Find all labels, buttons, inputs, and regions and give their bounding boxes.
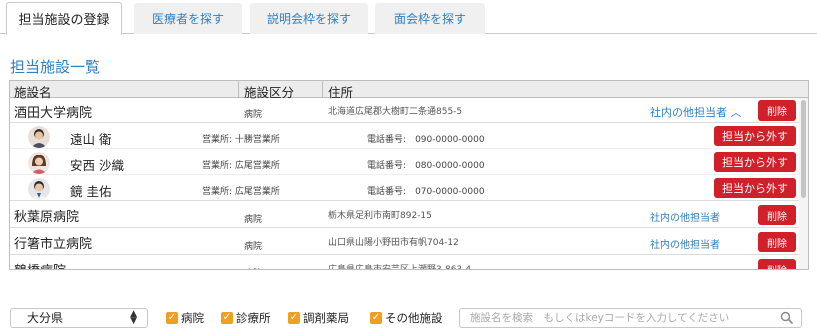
table-row[interactable]: 酒田大学病院 病院 北海道広尾郡大樹町二条通855-5 社内の他担当者 ︿ 削除 [10,99,800,123]
office-label: 営業所: [202,161,233,171]
facility-search-input[interactable]: 施設名を検索 もしくはkeyコードを入力してください [459,308,802,328]
scrollbar[interactable] [799,98,808,269]
delete-button[interactable]: 削除 [758,232,796,252]
table-row[interactable]: 鶴橋病院 病院 広島県広島市安芸区上瀬野3-863-4 削除 [10,256,800,270]
staff-name: 安西 沙織 [70,158,124,173]
tab-label: 説明会枠を探す [266,12,351,26]
other-staff-link[interactable]: 社内の他担当者 [650,236,720,251]
checkbox-pharmacy[interactable]: ✓ 調剤薬局 [288,310,349,326]
tab-find-briefing-slot[interactable]: 説明会枠を探す [250,3,368,34]
remove-assignment-button[interactable]: 担当から外す [714,126,796,146]
delete-button[interactable]: 削除 [758,100,796,121]
delete-label: 削除 [767,238,787,250]
table-row[interactable]: 秋葉原病院 病院 栃木県足利市南町892-15 社内の他担当者 削除 [10,202,800,228]
avatar [28,152,50,174]
avatar [28,178,50,200]
facility-type: 病院 [244,242,263,252]
checkbox-label: 病院 [181,311,204,325]
table-row[interactable]: 行箸市立病院 病院 山口県山陽小野田市有帆704-12 社内の他担当者 削除 [10,229,800,255]
remove-assignment-button[interactable]: 担当から外す [714,178,796,198]
office-value: 十勝営業所 [234,135,280,145]
phone-label: 電話番号: [367,161,407,171]
facility-name: 秋葉原病院 [14,210,80,225]
checkbox-label: その他施設 [385,311,443,325]
staff-name: 鏡 圭佑 [70,184,112,199]
other-staff-toggle[interactable]: 社内の他担当者 ︿ [650,104,742,120]
phone-label: 電話番号: [367,187,407,197]
prefecture-select[interactable]: 大分県 ▲ ▼ [10,308,148,328]
tab-label: 面会枠を探す [393,12,466,26]
facility-table: 施設名 施設区分 住所 酒田大学病院 病院 北海道広尾郡大樹町二条通855-5 … [9,80,809,270]
facility-address: 北海道広尾郡大樹町二条通855-5 [328,107,463,117]
staff-row: 鏡 圭佑 営業所: 広尾営業所 電話番号: 070-0000-0000 担当から… [10,176,800,201]
tab-label: 医療者を探す [151,12,224,26]
search-placeholder: 施設名を検索 もしくはkeyコードを入力してください [470,312,730,324]
facility-address: 山口県山陽小野田市有帆704-12 [328,238,459,248]
tab-find-meeting-slot[interactable]: 面会枠を探す [375,3,485,34]
checkbox-checked-icon: ✓ [166,312,178,324]
facility-type: 病院 [244,215,263,225]
facility-name: 行箸市立病院 [14,237,93,252]
office-label: 営業所: [202,135,233,145]
remove-label: 担当から外す [722,156,788,169]
select-arrows-icon: ▲ ▼ [130,309,137,326]
search-icon[interactable] [780,311,794,325]
tab-facility-registration[interactable]: 担当施設の登録 [6,2,122,35]
page-title: 担当施設一覧 [10,58,101,76]
office-value: 広尾営業所 [234,161,280,171]
delete-label: 削除 [767,107,787,118]
office-label: 営業所: [202,187,233,197]
facility-name: 鶴橋病院 [14,260,66,269]
delete-label: 削除 [767,211,787,223]
remove-label: 担当から外す [722,130,788,143]
remove-label: 担当から外す [722,182,788,195]
delete-label: 削除 [767,262,787,270]
phone-value: 070-0000-0000 [415,187,485,197]
staff-row: 遠山 衛 営業所: 十勝営業所 電話番号: 090-0000-0000 担当から… [10,124,800,149]
tab-bar: 担当施設の登録 医療者を探す 説明会枠を探す 面会枠を探す [0,0,817,35]
facility-name: 酒田大学病院 [14,106,93,121]
checkbox-checked-icon: ✓ [221,312,233,324]
avatar [28,126,50,148]
checkbox-label: 診療所 [236,311,271,325]
checkbox-checked-icon: ✓ [370,312,382,324]
staff-name: 遠山 衛 [70,132,112,147]
filter-bar: 大分県 ▲ ▼ ✓ 病院 ✓ 診療所 ✓ 調剤薬局 ✓ その他施設 施設名を検索 … [0,304,817,328]
scrollbar-thumb[interactable] [801,100,806,198]
other-staff-link[interactable]: 社内の他担当者 [650,209,720,224]
remove-assignment-button[interactable]: 担当から外す [714,152,796,172]
facility-type: 病院 [244,110,263,120]
delete-button[interactable]: 削除 [758,259,796,270]
prefecture-value: 大分県 [27,311,64,325]
facility-type: 病院 [244,266,262,269]
staff-row: 安西 沙織 営業所: 広尾営業所 電話番号: 080-0000-0000 担当か… [10,150,800,175]
tab-label: 担当施設の登録 [18,13,110,28]
phone-value: 080-0000-0000 [415,161,485,171]
office-value: 広尾営業所 [234,187,280,197]
checkbox-hospital[interactable]: ✓ 病院 [166,310,204,326]
checkbox-clinic[interactable]: ✓ 診療所 [221,310,271,326]
facility-address: 広島県広島市安芸区上瀬野3-863-4 [328,265,472,270]
checkbox-checked-icon: ✓ [288,312,300,324]
phone-value: 090-0000-0000 [415,135,485,145]
table-header: 施設名 施設区分 住所 [10,81,808,100]
checkbox-label: 調剤薬局 [303,311,349,325]
checkbox-other-facility[interactable]: ✓ その他施設 [370,310,443,326]
delete-button[interactable]: 削除 [758,205,796,225]
facility-address: 栃木県足利市南町892-15 [328,211,432,221]
phone-label: 電話番号: [367,135,407,145]
tab-find-medical-staff[interactable]: 医療者を探す [134,3,242,34]
